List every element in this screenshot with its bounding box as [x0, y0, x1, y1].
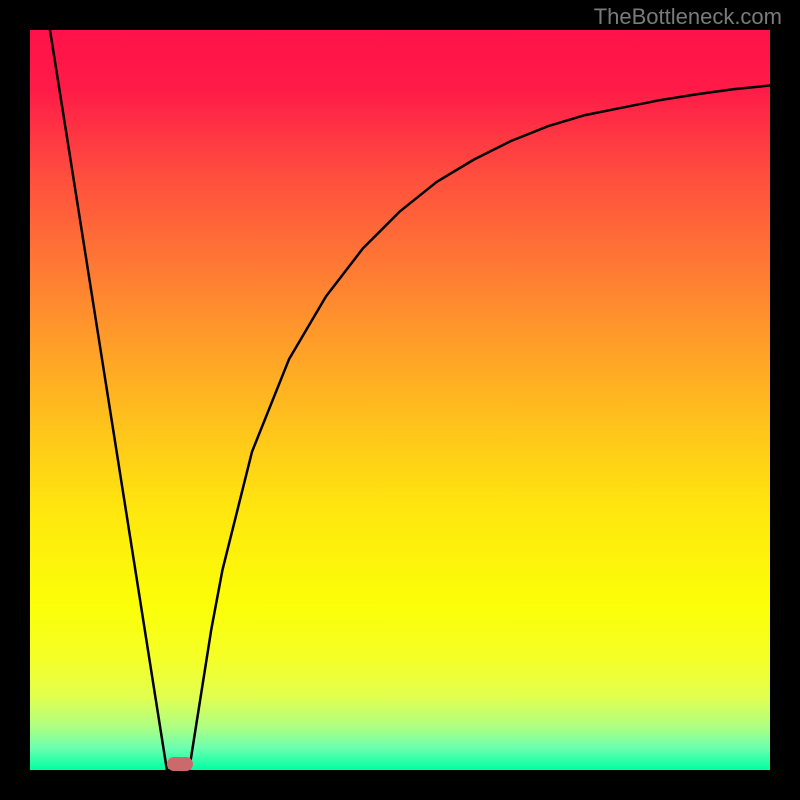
- plot-frame: [30, 30, 770, 770]
- plot-area: [30, 30, 770, 770]
- watermark-text: TheBottleneck.com: [594, 4, 782, 30]
- bottleneck-marker: [167, 757, 193, 771]
- curve-plot: [30, 30, 770, 770]
